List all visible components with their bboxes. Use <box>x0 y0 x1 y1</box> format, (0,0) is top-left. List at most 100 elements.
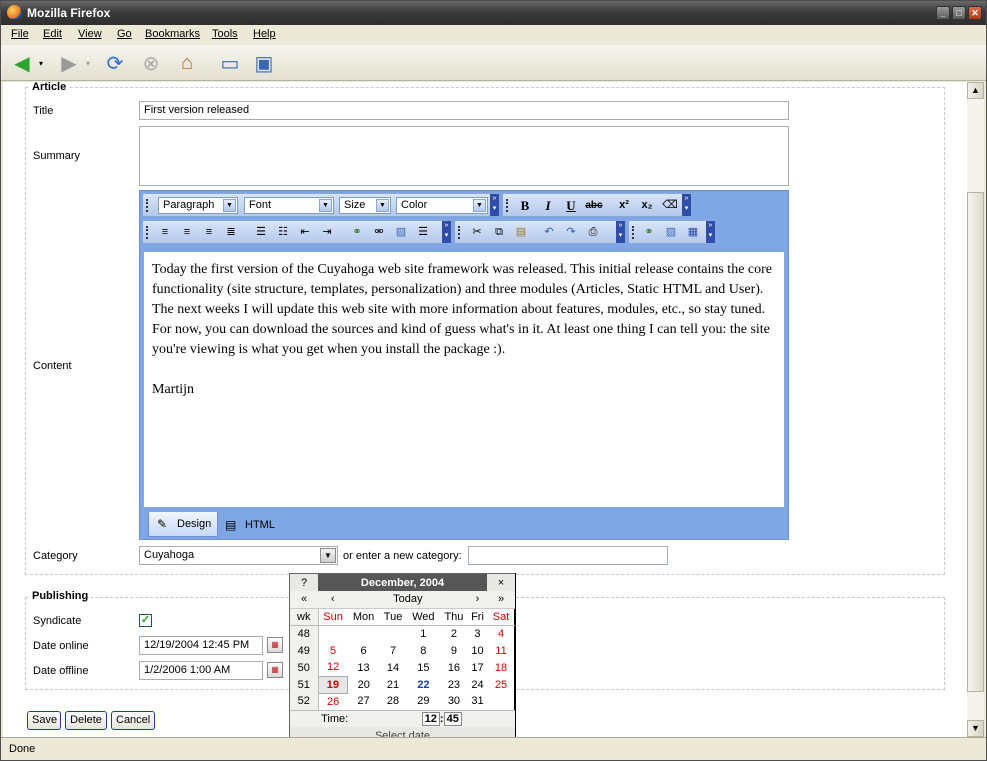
calendar-close-button[interactable]: × <box>487 574 515 591</box>
summary-textarea[interactable] <box>139 126 789 186</box>
align-left-icon[interactable]: ≡ <box>155 224 175 241</box>
numbered-list-icon[interactable]: ☷ <box>273 224 293 241</box>
calendar-day[interactable]: 2 <box>440 625 468 642</box>
image-icon[interactable]: ▨ <box>391 224 411 241</box>
calendar-day[interactable]: 25 <box>487 676 515 693</box>
calendar-day[interactable]: 17 <box>468 659 487 676</box>
hour-field[interactable]: 12 <box>421 711 440 726</box>
today-button[interactable]: Today <box>347 591 468 609</box>
color-select[interactable]: Color ▼ <box>396 197 488 214</box>
calendar-day[interactable]: 6 <box>348 642 380 659</box>
menu-go[interactable]: Go <box>117 28 132 40</box>
size-select[interactable]: Size ▼ <box>339 197 391 214</box>
calendar-day[interactable]: 8 <box>407 642 440 659</box>
align-justify-icon[interactable]: ≣ <box>221 224 241 241</box>
cut-icon[interactable]: ✂ <box>467 224 487 241</box>
editor-content-area[interactable]: Today the first version of the Cuyahoga … <box>143 251 785 508</box>
subscript-button[interactable]: x₂ <box>637 197 657 214</box>
maximize-button[interactable]: □ <box>952 6 966 20</box>
new-category-input[interactable] <box>468 546 668 565</box>
minute-field[interactable]: 45 <box>443 711 462 726</box>
menu-file[interactable]: File <box>11 28 29 40</box>
scrollbar-thumb[interactable] <box>967 192 984 692</box>
copy-icon[interactable]: ⧉ <box>489 224 509 241</box>
next-year-button[interactable]: » <box>487 591 515 609</box>
font-select[interactable]: Font ▼ <box>244 197 334 214</box>
calendar-day[interactable]: 7 <box>379 642 406 659</box>
calendar-help-button[interactable]: ? <box>290 574 318 591</box>
syndicate-checkbox[interactable]: ✓ <box>139 614 152 627</box>
calendar-day[interactable]: 11 <box>487 642 515 659</box>
calendar-day[interactable]: 29 <box>407 693 440 710</box>
calendar-day[interactable]: 24 <box>468 676 487 693</box>
stop-icon[interactable]: ⊗ <box>138 51 164 75</box>
toolbar-options-icon[interactable]: » ▾ <box>490 194 499 216</box>
menu-view[interactable]: View <box>78 28 102 40</box>
vertical-scrollbar[interactable]: ▲ ▼ <box>967 82 984 737</box>
scroll-up-icon[interactable]: ▲ <box>967 82 984 99</box>
calendar-day[interactable]: 5 <box>318 642 348 659</box>
toolbar-options-icon[interactable]: » ▾ <box>682 194 691 216</box>
calendar-day[interactable]: 21 <box>379 676 406 693</box>
calendar-day[interactable]: 22 <box>407 676 440 693</box>
back-icon[interactable]: ◀ <box>9 51 35 75</box>
undo-icon[interactable]: ↶ <box>539 224 559 241</box>
category-select[interactable]: Cuyahoga ▼ <box>139 546 338 565</box>
next-month-button[interactable]: › <box>467 591 487 609</box>
back-dropdown-icon[interactable]: ▾ <box>35 51 47 75</box>
calendar-day[interactable]: 23 <box>440 676 468 693</box>
forward-dropdown-icon[interactable]: ▾ <box>82 51 94 75</box>
calendar-day[interactable]: 13 <box>348 659 380 676</box>
bullet-list-icon[interactable]: ☰ <box>251 224 271 241</box>
calendar-day[interactable]: 1 <box>407 625 440 642</box>
unlink-icon[interactable]: ⚮ <box>369 224 389 241</box>
link-icon[interactable]: ⚭ <box>347 224 367 241</box>
reload-icon[interactable]: ⟳ <box>102 51 128 75</box>
menu-help[interactable]: Help <box>253 28 276 40</box>
delete-button[interactable]: Delete <box>65 711 107 730</box>
calendar-day[interactable]: 27 <box>348 693 380 710</box>
align-center-icon[interactable]: ≡ <box>177 224 197 241</box>
menu-bookmarks[interactable]: Bookmarks <box>145 28 200 40</box>
horizontal-rule-icon[interactable]: ☰ <box>413 224 433 241</box>
paste-icon[interactable]: ▤ <box>511 224 531 241</box>
home-icon[interactable]: ⌂ <box>174 51 200 75</box>
insert-link-icon[interactable]: ⚭ <box>639 224 659 241</box>
toolbar-grip[interactable] <box>632 226 635 239</box>
minimize-button[interactable]: _ <box>936 6 950 20</box>
calendar-day[interactable]: 26 <box>318 693 348 710</box>
scroll-down-icon[interactable]: ▼ <box>967 720 984 737</box>
title-input[interactable]: First version released <box>139 101 789 120</box>
calendar-day[interactable]: 12 <box>318 659 348 676</box>
calendar-day[interactable]: 16 <box>440 659 468 676</box>
menu-edit[interactable]: Edit <box>43 28 62 40</box>
calendar-day[interactable]: 20 <box>348 676 380 693</box>
insert-image-icon[interactable]: ▨ <box>661 224 681 241</box>
cancel-button[interactable]: Cancel <box>111 711 155 730</box>
align-right-icon[interactable]: ≡ <box>199 224 219 241</box>
italic-button[interactable]: I <box>538 197 558 214</box>
strikethrough-button[interactable]: abc <box>584 197 604 214</box>
forward-icon[interactable]: ▶ <box>56 51 82 75</box>
calendar-day[interactable]: 4 <box>487 625 515 642</box>
toolbar-grip[interactable] <box>506 199 509 212</box>
calendar-day[interactable]: 10 <box>468 642 487 659</box>
word-document-icon[interactable]: ▦ <box>683 224 703 241</box>
calendar-icon[interactable]: ▦ <box>267 662 283 678</box>
calendar-day[interactable]: 9 <box>440 642 468 659</box>
toolbar-options-icon[interactable]: » ▾ <box>616 221 625 243</box>
indent-icon[interactable]: ⇥ <box>317 224 337 241</box>
toolbar-options-icon[interactable]: » ▾ <box>706 221 715 243</box>
calendar-day[interactable]: 19 <box>317 675 349 694</box>
prev-year-button[interactable]: « <box>290 591 318 609</box>
calendar-day[interactable]: 18 <box>487 659 515 676</box>
superscript-button[interactable]: x² <box>614 197 634 214</box>
underline-button[interactable]: U <box>561 197 581 214</box>
paragraph-select[interactable]: Paragraph ▼ <box>158 197 238 214</box>
calendar-icon[interactable]: ▦ <box>267 637 283 653</box>
toolbar-grip[interactable] <box>146 226 149 239</box>
calendar-day[interactable]: 30 <box>440 693 468 710</box>
save-button[interactable]: Save <box>27 711 61 730</box>
outdent-icon[interactable]: ⇤ <box>295 224 315 241</box>
close-window-button[interactable]: ✕ <box>968 6 982 20</box>
